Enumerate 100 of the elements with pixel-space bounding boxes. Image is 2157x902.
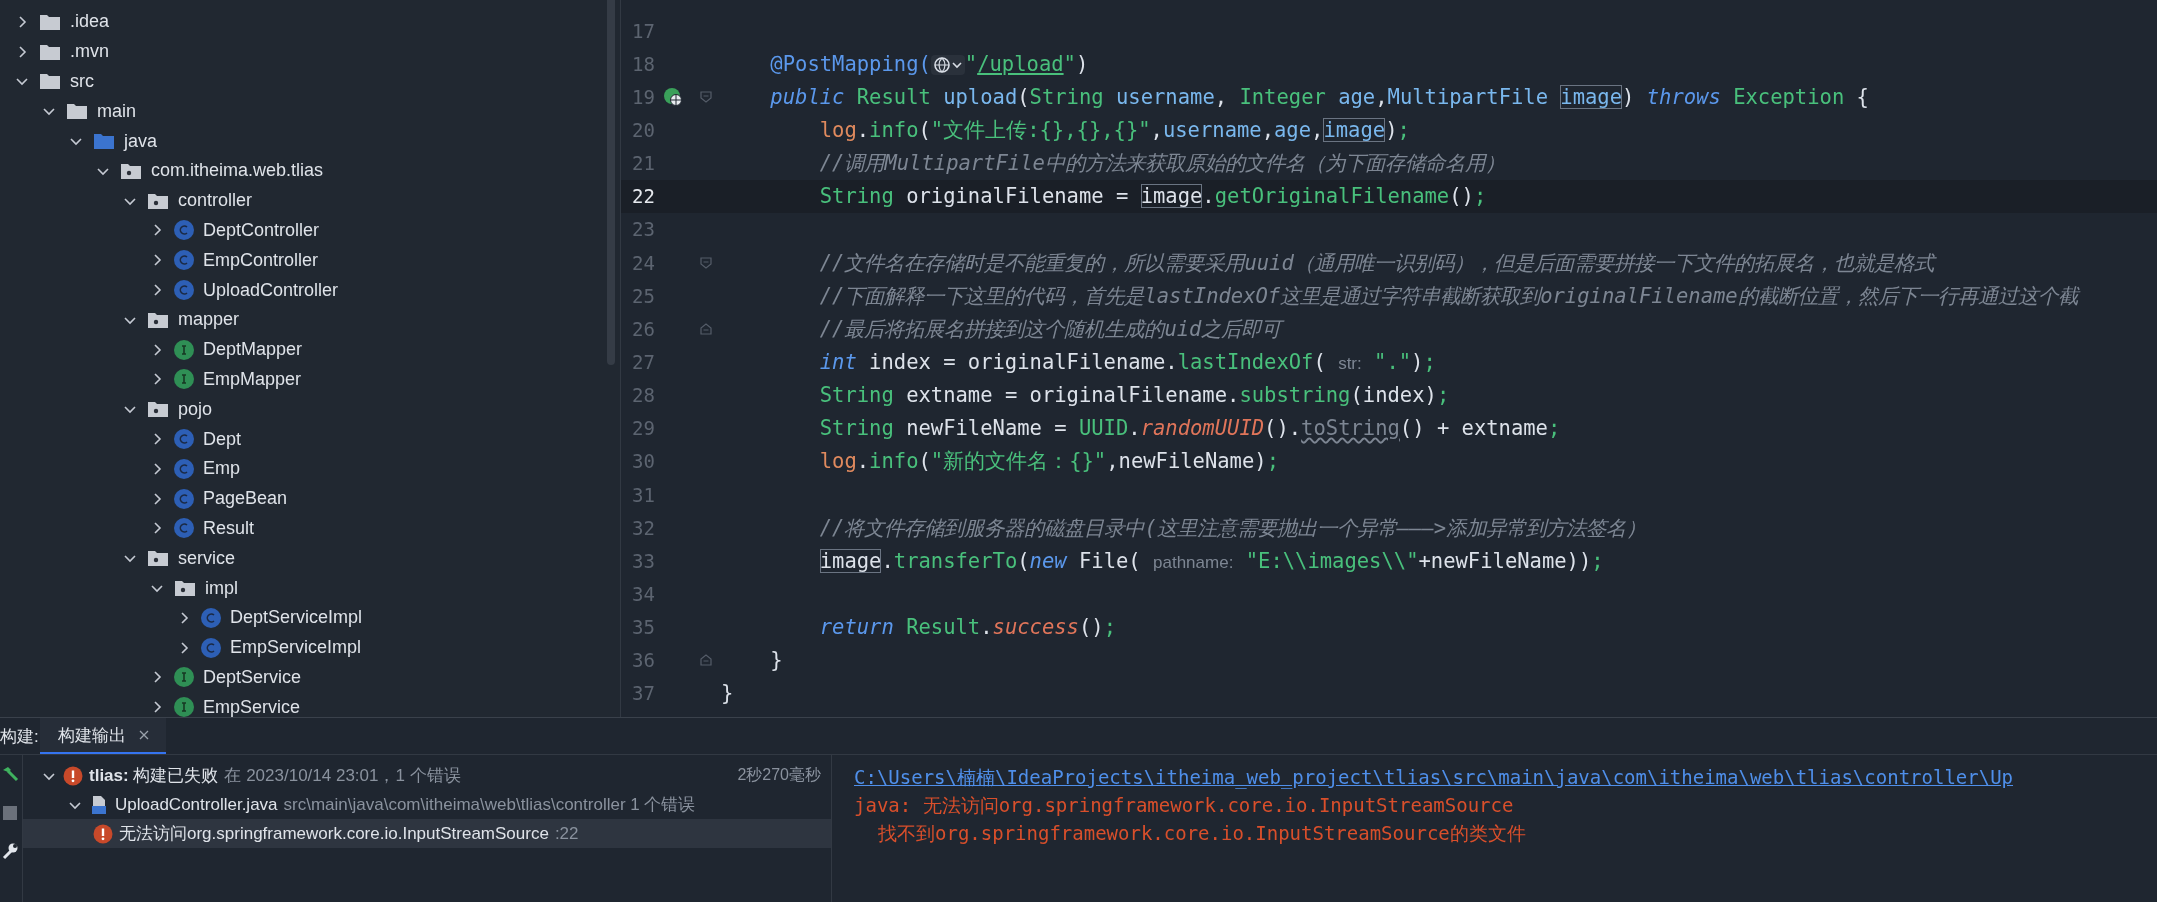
tree-item[interactable]: impl [205, 577, 238, 599]
wrench-icon[interactable] [0, 841, 20, 861]
java-file-icon [89, 794, 109, 815]
code-line: public Result upload(String username, Integer age,MultipartFile image) throws Exception { [769, 84, 1869, 109]
package-folder-icon [147, 310, 169, 329]
build-detail: 在 2023/10/14 23:01，1 个错误 [224, 765, 461, 787]
code-line: String originalFilename = image.getOriginalFilename(); [818, 184, 1487, 209]
code-line: //调用MultipartFile中的方法来获取原始的文件名（为下面存储命名用） [818, 150, 1505, 178]
tree-item[interactable]: .idea [70, 11, 110, 33]
code-line: @PostMapping( "/upload") [769, 51, 1089, 76]
folder-icon [39, 12, 61, 31]
error-icon [93, 823, 113, 844]
line-number: 17 [631, 19, 655, 42]
class-icon [174, 458, 194, 479]
class-icon [174, 429, 194, 450]
class-icon [201, 637, 221, 658]
line-number: 33 [631, 549, 655, 572]
error-icon [63, 765, 83, 786]
tree-item[interactable]: Dept [203, 428, 242, 450]
globe-icon[interactable] [663, 86, 683, 107]
code-line: } [721, 681, 734, 706]
tree-item[interactable]: DeptServiceImpl [230, 607, 363, 629]
class-icon [174, 250, 194, 271]
tree-item[interactable]: DeptService [203, 666, 302, 688]
build-duration: 2秒270毫秒 [737, 765, 821, 785]
line-number: 34 [631, 582, 655, 605]
code-line: log.info("新的文件名：{}",newFileName); [818, 448, 1279, 476]
class-icon [174, 518, 194, 539]
tab[interactable]: 构建输出 [40, 718, 166, 754]
tree-item[interactable]: src [70, 71, 94, 92]
line-number: 35 [631, 616, 655, 639]
package-folder-icon [120, 161, 142, 180]
class-icon [174, 280, 194, 301]
fold-marker-icon[interactable] [699, 89, 713, 104]
tree-item[interactable]: DeptMapper [203, 339, 303, 361]
tree-item[interactable]: Result [203, 517, 255, 539]
selected-row[interactable]: 无法访问org.springframework.core.io.InputStreamSource :22 [23, 819, 831, 848]
tree-item[interactable]: java [124, 130, 158, 152]
tree-item[interactable]: EmpController [203, 249, 319, 271]
build-detail: src\main\java\com\itheima\web\tlias\controller 1 个错误 [283, 794, 696, 816]
code-line: int index = originalFilename.lastIndexOf( str: "."); [818, 349, 1436, 374]
folder-icon [39, 42, 61, 61]
fold-marker-icon[interactable] [699, 321, 713, 336]
code-line: image.transferTo(new File( pathname: "E:\\images\\"+newFileName)); [818, 548, 1604, 573]
tree-item[interactable]: EmpService [203, 696, 301, 717]
code-line: return Result.success(); [818, 615, 1116, 640]
tree-item[interactable]: DeptController [203, 219, 320, 241]
tree-item[interactable]: pojo [178, 398, 213, 420]
class-icon [174, 220, 194, 241]
error-text: 找不到org.springframework.core.io.InputStreamSource的类文件 [877, 821, 1526, 846]
build-message: tlias: 构建已失败 [89, 765, 219, 787]
line-number: 20 [631, 119, 655, 141]
tree-item[interactable]: main [97, 100, 136, 122]
line-number: 23 [631, 218, 655, 241]
tree-item[interactable]: UploadController [203, 279, 339, 301]
build-message: UploadController.java [115, 794, 278, 815]
file-path-link[interactable]: C:\Users\楠楠\IdeaProjects\itheima_web_project\tlias\src\main\java\com\itheima\web\tlias\controller\Up [854, 763, 2014, 791]
build-message: 无法访问org.springframework.core.io.InputStreamSource [119, 823, 549, 845]
code-line: //将文件存储到服务器的磁盘目录中(这里注意需要抛出一个异常———>添加异常到方法签名） [818, 514, 1647, 542]
tree-item[interactable]: .mvn [70, 41, 109, 63]
line-number: 19 [631, 85, 655, 108]
line-number: 21 [631, 152, 655, 175]
tree-item[interactable]: Emp [203, 458, 240, 480]
folder-icon [93, 132, 115, 151]
line-number: 25 [631, 284, 655, 307]
tree-item[interactable]: controller [178, 190, 253, 212]
line-number: 36 [631, 649, 655, 672]
package-folder-icon [147, 549, 169, 568]
build-detail: :22 [554, 823, 579, 844]
line-number: 31 [631, 483, 655, 506]
folder-icon [39, 72, 61, 91]
tree-item[interactable]: EmpServiceImpl [230, 637, 362, 659]
line-number: 37 [631, 682, 655, 705]
code-line: } [769, 648, 783, 673]
tree-item[interactable]: PageBean [203, 488, 288, 510]
package-folder-icon [174, 579, 196, 598]
close-icon[interactable] [138, 729, 150, 741]
code-line: String newFileName = UUID.randomUUID().toString() + extname; [818, 416, 1561, 441]
line-number: 27 [631, 350, 655, 373]
code-line: String extname = originalFilename.substring(index); [818, 383, 1450, 408]
panel-label: 构建: [0, 725, 40, 748]
package-folder-icon [147, 191, 169, 210]
tree-item[interactable]: EmpMapper [203, 368, 302, 390]
code-line: log.info("文件上传:{},{},{}",username,age,image); [818, 116, 1410, 144]
line-number: 24 [631, 251, 655, 274]
line-number: 30 [631, 450, 655, 473]
interface-icon [174, 697, 194, 717]
line-number: 26 [631, 317, 655, 340]
tree-item[interactable]: mapper [178, 309, 240, 331]
tree-item[interactable]: service [178, 547, 235, 569]
interface-icon [174, 339, 194, 360]
error-text: java: 无法访问org.springframework.core.io.InputStreamSource [854, 793, 1514, 818]
interface-icon [174, 369, 194, 390]
folder-icon [66, 102, 88, 121]
tree-item[interactable]: com.itheima.web.tlias [151, 160, 324, 182]
line-number: 18 [631, 52, 655, 75]
package-folder-icon [147, 400, 169, 419]
fold-marker-icon[interactable] [699, 255, 713, 270]
stop-icon[interactable] [0, 803, 20, 823]
fold-marker-icon[interactable] [699, 653, 713, 668]
